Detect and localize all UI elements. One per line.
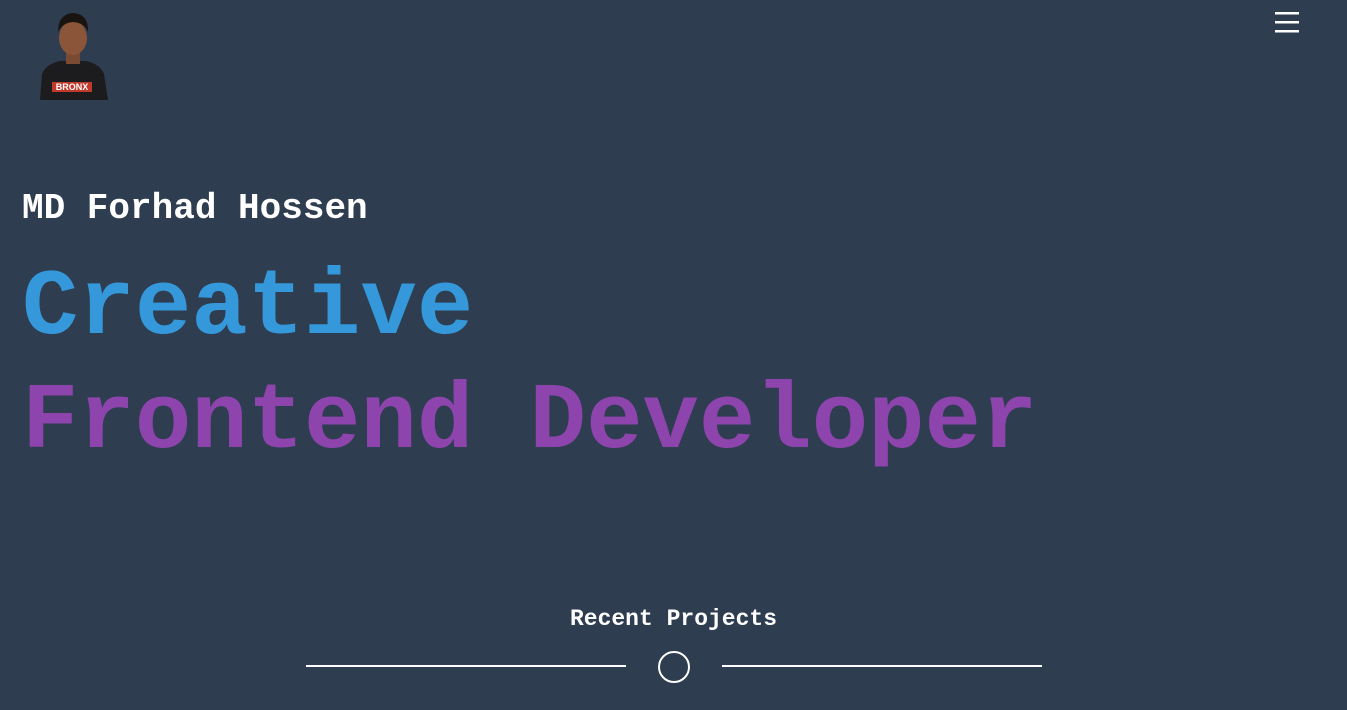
hero-title-role: Frontend Developer [22, 370, 1038, 476]
hero-name: MD Forhad Hossen [22, 188, 368, 229]
hero-title-creative: Creative [22, 256, 474, 362]
divider-line-right [722, 665, 1042, 667]
section-title-recent-projects: Recent Projects [569, 606, 778, 632]
avatar-shirt-text: BRONX [56, 82, 89, 92]
avatar: BRONX [40, 13, 108, 100]
divider-line-left [306, 665, 626, 667]
hamburger-menu-icon[interactable] [1272, 8, 1302, 36]
circle-icon [658, 651, 690, 683]
